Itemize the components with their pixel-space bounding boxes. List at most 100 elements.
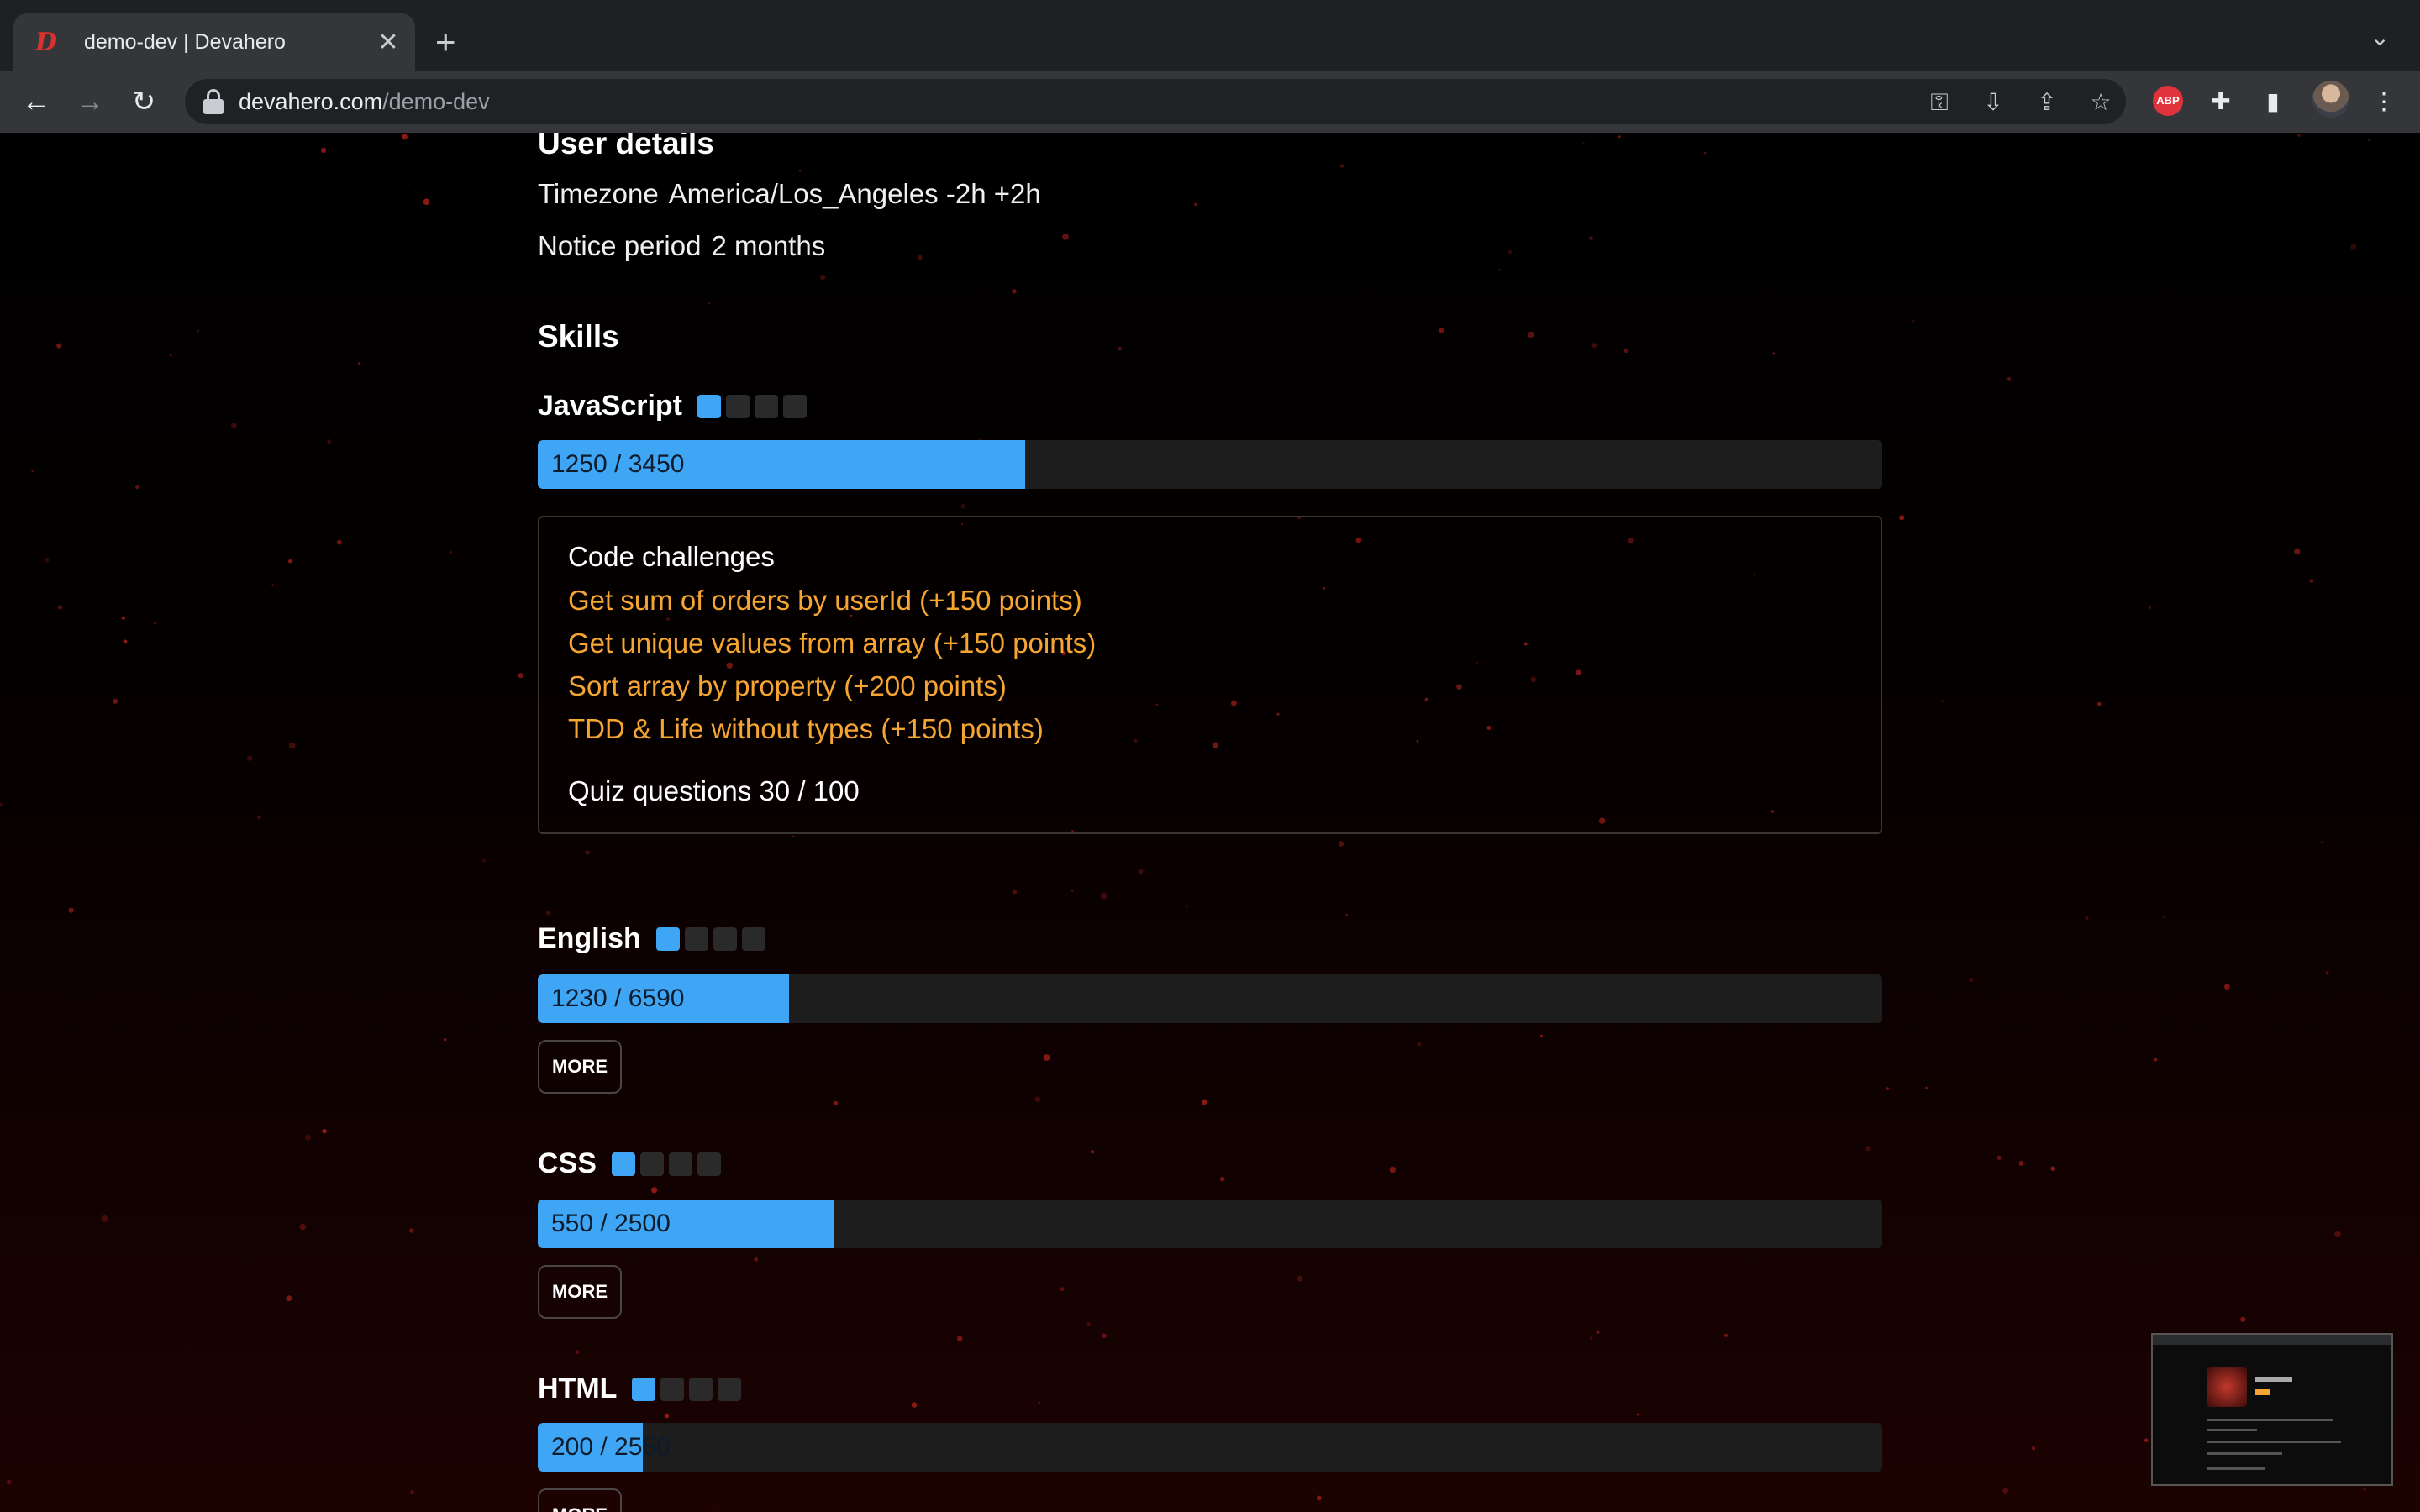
spark-particle [121, 616, 125, 620]
level-square-empty [639, 1152, 664, 1176]
level-square-empty [726, 394, 750, 418]
spark-particle [2144, 1438, 2149, 1442]
share-icon[interactable]: ⇪ [2032, 87, 2062, 118]
new-tab-plus-icon[interactable]: + [435, 18, 456, 66]
spark-particle [101, 1215, 108, 1222]
spark-particle [113, 698, 118, 704]
spark-particle [410, 1490, 415, 1494]
spark-particle [1588, 236, 1593, 241]
spark-particle [712, 1509, 713, 1511]
lock-icon[interactable] [203, 89, 224, 114]
spark-particle [2085, 916, 2089, 920]
progress-label: 200 / 2550 [551, 1433, 671, 1461]
browser-tab[interactable]: D demo-dev | Devahero ✕ [13, 13, 415, 71]
url-text[interactable]: devahero.com/demo-dev [239, 89, 490, 115]
address-bar[interactable]: devahero.com/demo-dev ⚿ ⇩ ⇪ ☆ [185, 79, 2126, 124]
thumbnail-avatar [2207, 1367, 2247, 1407]
spark-particle [1498, 269, 1501, 271]
spark-particle [1941, 700, 1944, 702]
skill-level-indicator [611, 1152, 721, 1176]
forward-arrow-icon[interactable]: → [69, 81, 111, 123]
level-square-empty [741, 927, 765, 951]
tab-title: demo-dev | Devahero [84, 29, 286, 54]
spark-particle [2363, 1488, 2366, 1491]
level-square-empty [689, 1377, 713, 1401]
notice-period-label: Notice period [538, 230, 702, 261]
spark-particle [2321, 841, 2323, 843]
spark-particle [1138, 869, 1144, 874]
css-more-button[interactable]: MORE [538, 1265, 622, 1319]
side-panel-icon[interactable]: ▮ [2255, 84, 2291, 119]
spark-particle [1340, 164, 1344, 168]
timezone-row: Timezone America/Los_Angeles -2h +2h [538, 178, 1041, 210]
thumbnail-name [2255, 1377, 2292, 1382]
spark-particle [546, 910, 551, 916]
back-arrow-icon[interactable]: ← [15, 81, 57, 123]
challenge-item[interactable]: Sort array by property (+200 points) [568, 670, 1854, 702]
challenge-item[interactable]: TDD & Life without types (+150 points) [568, 713, 1854, 745]
user-details-heading: User details [538, 133, 714, 160]
spark-particle [1539, 1034, 1544, 1037]
spark-particle [1703, 151, 1707, 155]
spark-particle [2002, 1488, 2008, 1494]
english-more-button[interactable]: MORE [538, 1040, 622, 1094]
spark-particle [1071, 890, 1074, 892]
spark-particle [1899, 515, 1905, 521]
profile-avatar[interactable] [2312, 81, 2349, 118]
level-square-empty [697, 1152, 721, 1176]
extensions-puzzle-icon[interactable]: ✚ [2203, 84, 2238, 119]
spark-particle [1865, 1146, 1871, 1152]
thumbnail-line [2207, 1441, 2341, 1443]
spark-particle [1297, 1275, 1303, 1282]
spark-particle [957, 1336, 963, 1341]
page-viewport: User details Timezone America/Los_Angeles… [0, 133, 2420, 1512]
spark-particle [1186, 905, 1188, 908]
bookmark-star-icon[interactable]: ☆ [2086, 87, 2116, 118]
spark-particle [1528, 331, 1534, 339]
tab-search-chevron-icon[interactable]: ⌄ [2370, 24, 2390, 51]
close-tab-icon[interactable]: ✕ [371, 28, 405, 57]
thumbnail-line [2207, 1429, 2257, 1431]
spark-particle [2309, 579, 2314, 583]
spark-particle [2240, 1316, 2246, 1323]
spark-particle [1194, 202, 1197, 207]
spark-particle [450, 551, 452, 554]
spark-particle [257, 815, 261, 820]
spark-particle [123, 639, 128, 644]
level-square-empty [684, 927, 708, 951]
key-icon[interactable]: ⚿ [1924, 87, 1954, 118]
spark-particle [357, 362, 361, 365]
page-preview-thumbnail[interactable] [2151, 1333, 2393, 1486]
reload-icon[interactable]: ↻ [123, 81, 165, 123]
spark-particle [1043, 1054, 1050, 1061]
spark-particle [2018, 1160, 2024, 1166]
progress-label: 550 / 2500 [551, 1210, 671, 1237]
install-download-icon[interactable]: ⇩ [1978, 87, 2008, 118]
skill-name: HTML [538, 1373, 618, 1404]
spark-particle [651, 1187, 658, 1194]
spark-particle [288, 742, 296, 749]
spark-particle [288, 559, 292, 564]
spark-particle [1996, 1155, 2002, 1160]
skill-level-indicator [632, 1377, 742, 1401]
challenge-item[interactable]: Get sum of orders by userId (+150 points… [568, 585, 1854, 617]
browser-menu-kebab-icon[interactable]: ⋮ [2366, 84, 2402, 119]
spark-particle [798, 170, 802, 172]
adblock-extension-icon[interactable]: ABP [2153, 86, 2183, 116]
html-more-button[interactable]: MORE [538, 1488, 622, 1512]
spark-particle [1590, 1336, 1593, 1340]
spark-particle [820, 274, 826, 281]
level-square-empty [660, 1377, 685, 1401]
spark-particle [2350, 244, 2357, 250]
challenge-item[interactable]: Get unique values from array (+150 point… [568, 627, 1854, 659]
spark-particle [56, 343, 62, 349]
skills-heading: Skills [538, 319, 619, 354]
level-square-filled [632, 1377, 656, 1401]
timezone-label: Timezone [538, 178, 659, 209]
spark-particle [1439, 328, 1444, 333]
spark-particle [1618, 135, 1621, 139]
level-square-filled [697, 394, 721, 418]
spark-particle [304, 1134, 312, 1141]
skill-level-indicator [697, 394, 807, 418]
skill-progress-bar: 1230 / 6590 [538, 974, 1882, 1023]
